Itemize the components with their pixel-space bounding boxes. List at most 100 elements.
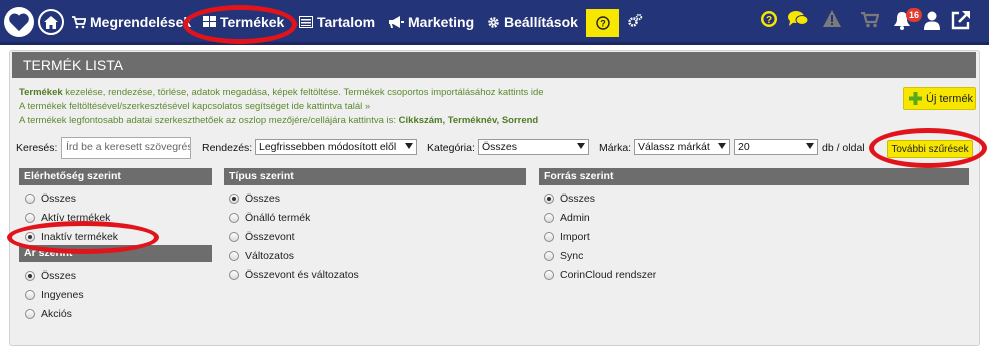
top-navigation-bar: Megrendelések Termékek Tartalom Marketin… [0,0,989,45]
radio-button-selected[interactable] [25,232,35,242]
type-option-all-label: Összes [245,193,281,205]
source-option-all[interactable]: Összes [544,193,595,205]
type-option-merged-label: Összevont [245,231,295,243]
source-option-all-label: Összes [560,193,596,205]
brand-select-value: Válassz márkát [638,141,710,153]
radio-button[interactable] [25,309,35,319]
source-option-admin[interactable]: Admin [544,212,590,224]
svg-text:?: ? [600,19,606,29]
source-option-import[interactable]: Import [544,231,590,243]
type-group-title: Típus szerint [224,168,526,185]
info-line-1-text: kezelése, rendezése, törlése, adatok meg… [62,87,544,98]
price-option-all-label: Összes [41,270,77,282]
nav-marketing-label: Marketing [408,14,475,30]
sort-label: Rendezés: [202,142,253,154]
radio-button[interactable] [229,232,239,242]
cart-icon [72,15,86,28]
radio-button[interactable] [25,194,35,204]
new-product-button[interactable]: Új termék [903,87,976,110]
external-link-icon[interactable] [951,10,971,33]
source-option-import-label: Import [560,231,590,243]
per-page-select[interactable]: 20 [734,139,818,155]
user-icon[interactable] [924,11,940,33]
nav-marketing[interactable]: Marketing [389,14,474,30]
radio-button-selected[interactable] [544,194,554,204]
availability-option-all[interactable]: Összes [25,193,76,205]
plus-icon [909,92,922,105]
info-line-1[interactable]: Termékek kezelése, rendezése, törlése, a… [19,87,544,98]
price-option-free-label: Ingyenes [41,289,84,301]
category-label: Kategória: [427,142,475,154]
price-option-sale[interactable]: Akciós [25,308,72,320]
heart-logo-icon[interactable] [4,7,34,37]
chevron-down-icon [718,143,726,149]
cogs-icon[interactable] [627,13,643,32]
type-option-merged-variable-label: Összevont és változatos [245,269,359,281]
radio-button[interactable] [25,290,35,300]
warning-icon[interactable] [823,10,841,30]
source-option-sync-label: Sync [560,250,584,262]
chat-icon[interactable] [787,10,809,31]
nav-content-label: Tartalom [317,14,376,30]
radio-button[interactable] [544,270,554,280]
help-button[interactable]: ? [586,9,619,37]
nav-content[interactable]: Tartalom [299,14,375,30]
per-page-suffix: db / oldal [822,142,865,154]
grid-icon [203,16,216,27]
price-option-all[interactable]: Összes [25,270,76,282]
source-group-title: Forrás szerint [539,168,969,185]
help-circle-icon[interactable]: ? [760,10,778,31]
nav-settings-label: Beállítások [504,14,578,30]
availability-option-active[interactable]: Aktív termékek [25,212,110,224]
source-option-admin-label: Admin [560,212,590,224]
notification-badge: 16 [906,8,923,22]
question-icon: ? [595,16,610,30]
availability-option-active-label: Aktív termékek [41,212,111,224]
help-link[interactable]: A termékek feltöltésével/szerkesztésével… [19,101,370,112]
availability-group-title: Elérhetőség szerint [19,168,212,185]
source-option-sync[interactable]: Sync [544,250,583,262]
info-line-3-text: A termékek legfontosabb adatai szerkeszt… [19,115,399,126]
more-filters-button[interactable]: További szűrések [887,140,973,158]
radio-button-selected[interactable] [229,194,239,204]
availability-option-inactive-label: Inaktív termékek [41,231,119,243]
radio-button[interactable] [229,270,239,280]
brand-label: Márka: [599,142,632,154]
source-option-corincloud-label: CorinCloud rendszer [560,269,657,281]
brand-select[interactable]: Válassz márkát [634,139,730,155]
info-line-1-bold: Termékek [19,87,63,98]
panel-title: TERMÉK LISTA [12,52,976,78]
radio-button[interactable] [544,232,554,242]
svg-text:?: ? [766,15,772,26]
price-option-sale-label: Akciós [41,308,72,320]
nav-settings[interactable]: Beállítások [487,14,578,30]
search-input[interactable]: Írd be a keresett szövegrészt [61,137,191,159]
availability-option-inactive[interactable]: Inaktív termékek [25,231,118,243]
search-label: Keresés: [16,142,58,154]
chevron-down-icon [806,143,814,149]
per-page-select-value: 20 [738,141,750,153]
type-option-merged-variable[interactable]: Összevont és változatos [229,269,359,281]
type-option-all[interactable]: Összes [229,193,280,205]
radio-button-selected[interactable] [25,271,35,281]
nav-products[interactable]: Termékek [203,14,284,30]
type-option-variable[interactable]: Változatos [229,250,294,262]
new-product-label: Új termék [926,92,974,105]
radio-button[interactable] [25,213,35,223]
nav-orders[interactable]: Megrendelések [72,14,191,30]
price-option-free[interactable]: Ingyenes [25,289,84,301]
source-option-corincloud[interactable]: CorinCloud rendszer [544,269,656,281]
category-select[interactable]: Összes [478,139,589,155]
shopping-cart-icon[interactable] [861,11,880,31]
type-option-merged[interactable]: Összevont [229,231,295,243]
type-option-standalone[interactable]: Önálló termék [229,212,310,224]
home-icon[interactable] [38,9,64,35]
sort-select[interactable]: Legfrissebben módosított elől [255,139,417,155]
info-line-3-bold: Cikkszám, Terméknév, Sorrend [398,115,539,126]
radio-button[interactable] [229,251,239,261]
megaphone-icon [389,15,404,28]
radio-button[interactable] [544,251,554,261]
type-option-standalone-label: Önálló termék [245,212,311,224]
radio-button[interactable] [229,213,239,223]
radio-button[interactable] [544,213,554,223]
